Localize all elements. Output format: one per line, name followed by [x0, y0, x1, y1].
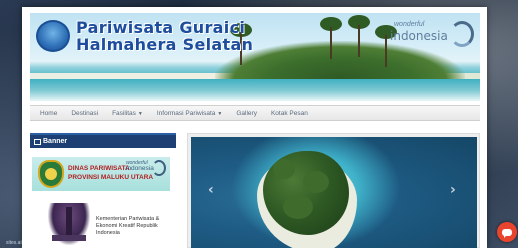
main-navigation: Home Destinasi Fasilitas ▼ Informasi Pari… [30, 105, 480, 121]
nav-item-label: Fasilitas [112, 109, 136, 117]
maluku-utara-emblem-icon [38, 160, 64, 188]
banner1-line1: DINAS PARIWISATA [68, 165, 130, 172]
slide-image-island [191, 137, 477, 248]
palm-tree-icon [348, 15, 370, 57]
nav-item-gallery[interactable]: Gallery [236, 110, 257, 117]
image-slider[interactable]: ‹ › [187, 133, 480, 248]
indonesia-text: indonesia [390, 29, 448, 43]
nav-item-destinasi[interactable]: Destinasi [71, 110, 98, 117]
nav-item-label: Home [40, 109, 58, 117]
nav-item-home[interactable]: Home [40, 110, 57, 117]
slider-next-arrow-icon[interactable]: › [450, 182, 456, 198]
page-container: Pariwisata Guraici Halmahera Selatan won… [22, 7, 487, 248]
banner1-line2: PROVINSI MALUKU UTARA [68, 174, 154, 181]
slider-prev-arrow-icon[interactable]: ‹ [208, 182, 214, 198]
image-icon [34, 138, 41, 145]
wonderful-indonesia-swirl-icon [450, 21, 474, 47]
palm-tree-icon [320, 17, 342, 59]
chat-icon [502, 228, 512, 238]
wonderful-text: wonderful [394, 21, 425, 28]
sidebar-banner-widget: Banner DINAS PARIWISATA PROVINSI MALUKU … [30, 133, 176, 248]
status-bar-text: sites.ai [6, 240, 22, 246]
banner1-wonderful-indonesia: wonderful indonesia [126, 160, 154, 172]
site-header-banner: Pariwisata Guraici Halmahera Selatan won… [30, 13, 480, 101]
wonderful-indonesia-logo: wonderful indonesia [388, 21, 474, 51]
banner-dinas-pariwisata[interactable]: DINAS PARIWISATA PROVINSI MALUKU UTARA w… [32, 157, 170, 191]
sidebar-header: Banner [30, 133, 176, 148]
chevron-down-icon: ▼ [217, 110, 223, 117]
chevron-down-icon: ▼ [137, 110, 143, 117]
sidebar-title: Banner [43, 138, 68, 145]
site-title[interactable]: Pariwisata Guraici Halmahera Selatan [76, 19, 253, 53]
banner-kemenparekraf[interactable]: Kementerian Pariwisata & Ekonomi Kreatif… [32, 203, 170, 248]
site-logo[interactable] [36, 20, 70, 52]
banner2-text: Kementerian Pariwisata & Ekonomi Kreatif… [96, 216, 160, 236]
chat-button[interactable] [497, 222, 517, 242]
site-title-line1: Pariwisata Guraici [76, 18, 246, 37]
nav-item-kotak-pesan[interactable]: Kotak Pesan [271, 110, 308, 117]
nav-item-label: Gallery [236, 109, 257, 117]
nav-item-label: Informasi Pariwisata [156, 109, 216, 117]
nav-item-label: Kotak Pesan [270, 109, 308, 117]
monument-logo-icon [48, 203, 90, 245]
nav-item-informasi-pariwisata[interactable]: Informasi Pariwisata ▼ [157, 110, 222, 117]
wonderful-indonesia-swirl-icon [152, 160, 166, 176]
nav-item-label: Destinasi [71, 109, 99, 117]
indonesia-text: indonesia [126, 165, 154, 172]
site-title-line2: Halmahera Selatan [76, 35, 254, 54]
nav-item-fasilitas[interactable]: Fasilitas ▼ [112, 110, 143, 117]
